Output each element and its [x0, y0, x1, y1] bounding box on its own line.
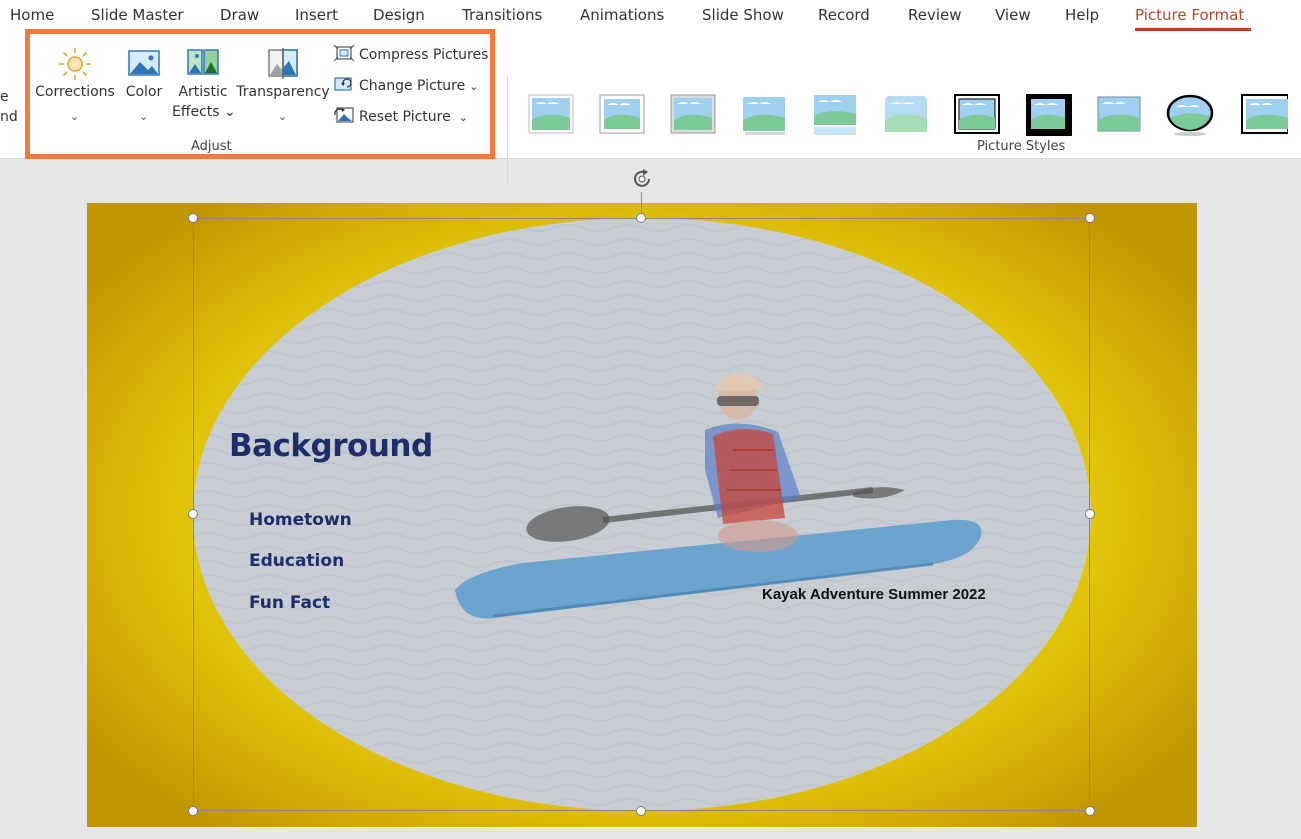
group-divider	[507, 76, 508, 184]
clipped-button-label-2[interactable]: nd	[0, 109, 18, 125]
resize-handle-top-left[interactable]	[188, 213, 198, 223]
resize-handle-right[interactable]	[1085, 509, 1095, 519]
resize-handle-top-right[interactable]	[1085, 213, 1095, 223]
bullet-item: Hometown	[249, 510, 352, 530]
resize-handle-bottom-left[interactable]	[188, 806, 198, 816]
tab-animations[interactable]: Animations	[580, 6, 664, 24]
bullet-item: Fun Fact	[249, 593, 331, 613]
picture-style-thumbnail[interactable]	[1095, 92, 1143, 136]
resize-handle-top[interactable]	[636, 213, 646, 223]
tab-slide-show[interactable]: Slide Show	[702, 6, 784, 24]
tab-help[interactable]: Help	[1065, 6, 1099, 24]
picture-style-thumbnail[interactable]	[527, 92, 575, 136]
picture-style-thumbnail[interactable]	[740, 92, 788, 136]
picture-style-thumbnail[interactable]	[598, 92, 646, 136]
clipped-button-label[interactable]: e	[0, 89, 9, 105]
adjust-group-highlight	[25, 29, 495, 159]
picture-style-thumbnail[interactable]	[1166, 92, 1214, 136]
picture-style-thumbnail[interactable]	[811, 92, 859, 136]
tab-view[interactable]: View	[995, 6, 1031, 24]
tab-picture-format[interactable]: Picture Format	[1135, 6, 1244, 24]
tab-slide-master[interactable]: Slide Master	[91, 6, 184, 24]
slide-canvas: Background Hometown Education Fun Fact K…	[87, 203, 1197, 827]
picture-style-thumbnail[interactable]	[1240, 92, 1288, 136]
slide-title: Background	[229, 428, 433, 464]
tab-review[interactable]: Review	[908, 6, 962, 24]
picture-styles-group-label: Picture Styles	[977, 139, 1066, 154]
tab-record[interactable]: Record	[818, 6, 870, 24]
picture-style-thumbnail[interactable]	[953, 92, 1001, 136]
rotate-handle-stem	[641, 192, 642, 214]
resize-handle-bottom[interactable]	[636, 806, 646, 816]
picture-style-thumbnail[interactable]	[669, 92, 717, 136]
picture-style-thumbnail[interactable]	[1024, 92, 1072, 136]
tab-transitions[interactable]: Transitions	[462, 6, 542, 24]
bullet-item: Education	[249, 551, 345, 571]
tab-home[interactable]: Home	[10, 6, 54, 24]
picture-style-thumbnail[interactable]	[882, 92, 930, 136]
resize-handle-left[interactable]	[188, 509, 198, 519]
rotate-handle-icon[interactable]	[630, 167, 654, 191]
tab-draw[interactable]: Draw	[220, 6, 259, 24]
photo-caption: Kayak Adventure Summer 2022	[762, 586, 986, 603]
resize-handle-bottom-right[interactable]	[1085, 806, 1095, 816]
tab-insert[interactable]: Insert	[295, 6, 338, 24]
active-tab-indicator	[1135, 28, 1251, 31]
tab-design[interactable]: Design	[373, 6, 425, 24]
